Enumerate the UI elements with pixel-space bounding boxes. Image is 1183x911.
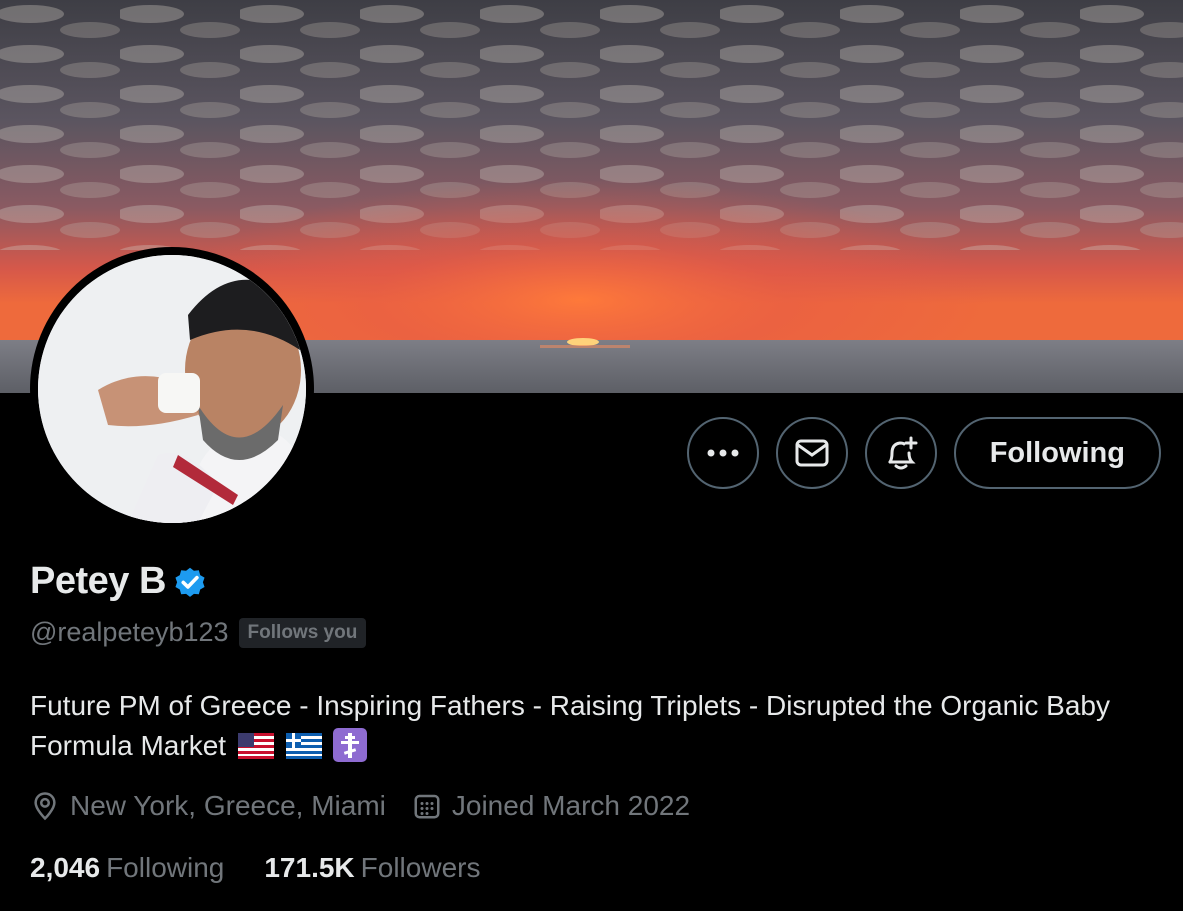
followers-stat-link[interactable]: 171.5K Followers <box>264 852 480 884</box>
orthodox-cross-icon <box>333 728 368 762</box>
us-flag-icon <box>237 733 274 759</box>
envelope-icon <box>795 439 829 467</box>
followers-count: 171.5K <box>264 852 355 883</box>
following-stat-link[interactable]: 2,046 Following <box>30 852 224 884</box>
handle-row: @realpeteyb123 Follows you <box>30 617 367 648</box>
profile-meta: New York, Greece, Miami Joined March 202… <box>30 790 716 822</box>
profile-actions: Following <box>686 417 1161 489</box>
display-name-row: Petey B <box>30 560 208 603</box>
follows-you-badge: Follows you <box>238 617 367 648</box>
bio-text: Future PM of Greece - Inspiring Fathers … <box>30 690 1110 761</box>
bell-plus-icon <box>888 436 918 470</box>
joined-text: Joined March 2022 <box>451 790 691 821</box>
following-button[interactable]: Following <box>953 417 1161 489</box>
handle: @realpeteyb123 <box>30 617 229 647</box>
avatar-image <box>38 255 306 523</box>
location-pin-icon <box>34 792 56 821</box>
joined-item: Joined March 2022 <box>412 790 690 822</box>
avatar[interactable] <box>30 247 314 531</box>
verified-badge-icon[interactable] <box>172 564 208 600</box>
message-button[interactable] <box>775 417 848 489</box>
calendar-icon <box>414 794 440 819</box>
notify-button[interactable] <box>864 417 937 489</box>
location-item: New York, Greece, Miami <box>30 790 386 822</box>
following-count: 2,046 <box>30 852 101 883</box>
greece-flag-icon <box>285 733 322 759</box>
display-name: Petey B <box>30 560 166 602</box>
bio: Future PM of Greece - Inspiring Fathers … <box>30 686 1170 766</box>
profile-stats: 2,046 Following 171.5K Followers <box>30 852 520 884</box>
more-icon <box>707 449 739 457</box>
following-label: Following <box>106 852 225 883</box>
more-button[interactable] <box>686 417 759 489</box>
followers-label: Followers <box>360 852 481 883</box>
location-text: New York, Greece, Miami <box>70 790 386 821</box>
